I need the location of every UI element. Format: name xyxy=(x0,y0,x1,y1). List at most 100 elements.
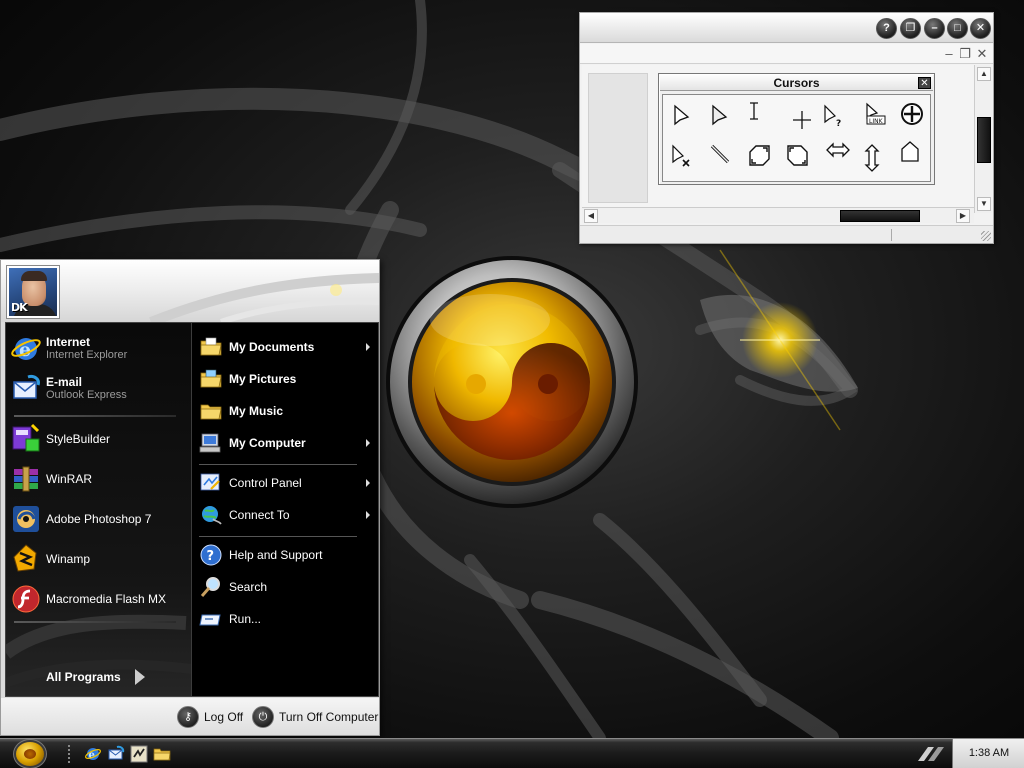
vertical-scroll-thumb[interactable] xyxy=(977,117,991,163)
recent-photoshop[interactable]: Adobe Photoshop 7 xyxy=(10,503,151,535)
stylebuilder-icon xyxy=(12,423,40,452)
minimize-icon[interactable]: – xyxy=(924,18,945,39)
pinned-internet-subtitle: Internet Explorer xyxy=(46,349,128,361)
scroll-down-icon[interactable]: ▼ xyxy=(977,197,991,211)
start-menu: DK e Internet Internet Explorer E-mail O… xyxy=(0,259,380,736)
quick-launch-folder-icon[interactable] xyxy=(153,745,171,763)
clock[interactable]: 1:38 AM xyxy=(953,747,1024,759)
help-icon: ? xyxy=(200,544,222,566)
horizontal-scrollbar[interactable]: ◀ ▶ xyxy=(582,207,974,223)
places-separator xyxy=(199,464,357,465)
place-my-pictures-label: My Pictures xyxy=(229,372,297,386)
connect-to-submenu-arrow-icon xyxy=(366,511,370,519)
pinned-email-title: E-mail xyxy=(46,375,83,389)
alternate-select-cursor-icon[interactable] xyxy=(897,139,923,165)
place-my-computer-label: My Computer xyxy=(229,436,306,450)
recent-winamp-label: Winamp xyxy=(46,551,91,566)
unavailable-cursor-icon[interactable] xyxy=(669,143,695,169)
maximize-icon[interactable]: □ xyxy=(947,18,968,39)
system-control-panel[interactable]: Control Panel xyxy=(199,471,302,495)
help-select-cursor-icon[interactable]: ? xyxy=(821,103,847,129)
cursors-toolbar-title[interactable]: Cursors xyxy=(660,75,933,91)
place-my-music[interactable]: My Music xyxy=(199,399,283,423)
pinned-internet[interactable]: e Internet Internet Explorer xyxy=(10,333,127,365)
tool-search[interactable]: Search xyxy=(199,575,267,599)
computer-icon xyxy=(199,433,221,453)
pinned-email-subtitle: Outlook Express xyxy=(46,389,127,401)
quick-launch-outlook-express-icon[interactable] xyxy=(107,745,125,763)
arrow-cursor-alt-icon[interactable] xyxy=(707,103,733,129)
tool-help-and-support[interactable]: ? Help and Support xyxy=(199,543,322,567)
recent-winrar[interactable]: WinRAR xyxy=(10,463,92,495)
key-icon: ⚷ xyxy=(177,706,199,728)
system-connect-to[interactable]: Connect To xyxy=(199,503,290,527)
start-menu-body: e Internet Internet Explorer E-mail Outl… xyxy=(5,322,379,697)
power-icon: ⏻ xyxy=(252,706,274,728)
recent-photoshop-label: Adobe Photoshop 7 xyxy=(46,511,152,526)
child-minimize-icon[interactable]: – xyxy=(942,46,956,61)
vertical-resize-cursor-icon[interactable] xyxy=(859,143,885,173)
recent-winamp[interactable]: Winamp xyxy=(10,543,90,575)
run-icon xyxy=(199,614,221,626)
handwriting-cursor-icon[interactable] xyxy=(707,141,733,167)
start-button[interactable] xyxy=(16,742,44,766)
control-panel-icon xyxy=(200,473,220,491)
link-select-cursor-icon[interactable]: LINK xyxy=(861,101,887,127)
recent-flash-label: Macromedia Flash MX xyxy=(46,591,167,606)
arrow-cursor-icon[interactable] xyxy=(669,103,695,129)
scroll-right-icon[interactable]: ▶ xyxy=(956,209,970,223)
restore-icon[interactable]: ❐ xyxy=(900,18,921,39)
diagonal-resize-2-cursor-icon[interactable] xyxy=(785,143,811,169)
all-programs-button[interactable]: All Programs xyxy=(46,669,145,685)
horizontal-scroll-thumb[interactable] xyxy=(840,210,920,222)
recent-stylebuilder-label: StyleBuilder xyxy=(46,431,111,446)
text-beam-cursor-icon[interactable] xyxy=(741,99,767,125)
all-programs-arrow-icon xyxy=(134,669,145,685)
diagonal-resize-1-cursor-icon[interactable] xyxy=(747,143,773,169)
resize-grip-icon[interactable] xyxy=(981,231,991,241)
tool-run[interactable]: Run... xyxy=(199,607,261,631)
all-programs-label: All Programs xyxy=(46,670,121,684)
horizontal-resize-cursor-icon[interactable] xyxy=(825,137,851,163)
cursors-close-icon[interactable]: ✕ xyxy=(918,77,931,89)
close-icon[interactable]: ✕ xyxy=(970,18,991,39)
user-avatar[interactable]: DK xyxy=(7,266,59,318)
recent-separator xyxy=(14,621,176,623)
show-hidden-icons-chevron-icon[interactable] xyxy=(914,743,948,765)
log-off-label: Log Off xyxy=(204,710,244,724)
system-connect-to-label: Connect To xyxy=(229,508,290,522)
cursors-toolbar: Cursors ✕ ? LINK xyxy=(658,73,935,185)
svg-text:?: ? xyxy=(207,549,215,564)
child-restore-icon[interactable]: ❐ xyxy=(958,46,972,62)
turn-off-button[interactable]: ⏻ Turn Off Computer xyxy=(252,706,378,728)
recent-winrar-label: WinRAR xyxy=(46,471,93,486)
network-globe-icon xyxy=(202,506,222,525)
place-my-pictures[interactable]: My Pictures xyxy=(199,367,296,391)
photoshop-icon xyxy=(13,506,39,532)
recent-stylebuilder[interactable]: StyleBuilder xyxy=(10,423,110,455)
quick-launch-internet-explorer-icon[interactable]: e xyxy=(84,745,102,763)
menubar: – ❐ ✕ xyxy=(580,44,993,64)
move-cursor-icon[interactable] xyxy=(899,101,925,127)
quick-launch-winamp-icon[interactable] xyxy=(130,745,148,763)
quick-launch-grip[interactable] xyxy=(68,745,70,765)
flash-icon xyxy=(12,585,40,613)
window-titlebar[interactable]: ? ❐ – □ ✕ xyxy=(580,13,993,43)
vertical-scrollbar[interactable]: ▲ ▼ xyxy=(974,65,992,213)
svg-text:?: ? xyxy=(836,119,841,129)
place-my-documents[interactable]: My Documents xyxy=(199,335,314,359)
svg-text:LINK: LINK xyxy=(869,118,884,125)
scroll-left-icon[interactable]: ◀ xyxy=(584,209,598,223)
system-separator xyxy=(199,536,357,537)
scroll-up-icon[interactable]: ▲ xyxy=(977,67,991,81)
taskbar: e 1:38 AM xyxy=(0,738,1024,768)
documents-folder-icon xyxy=(200,337,222,356)
log-off-button[interactable]: ⚷ Log Off xyxy=(177,706,243,728)
pinned-email[interactable]: E-mail Outlook Express xyxy=(10,373,127,405)
place-my-computer[interactable]: My Computer xyxy=(199,431,306,455)
help-icon[interactable]: ? xyxy=(876,18,897,39)
recent-flash[interactable]: Macromedia Flash MX xyxy=(10,583,166,615)
crosshair-cursor-icon[interactable] xyxy=(789,107,815,133)
pinned-internet-title: Internet xyxy=(46,335,91,349)
child-close-icon[interactable]: ✕ xyxy=(975,46,989,62)
